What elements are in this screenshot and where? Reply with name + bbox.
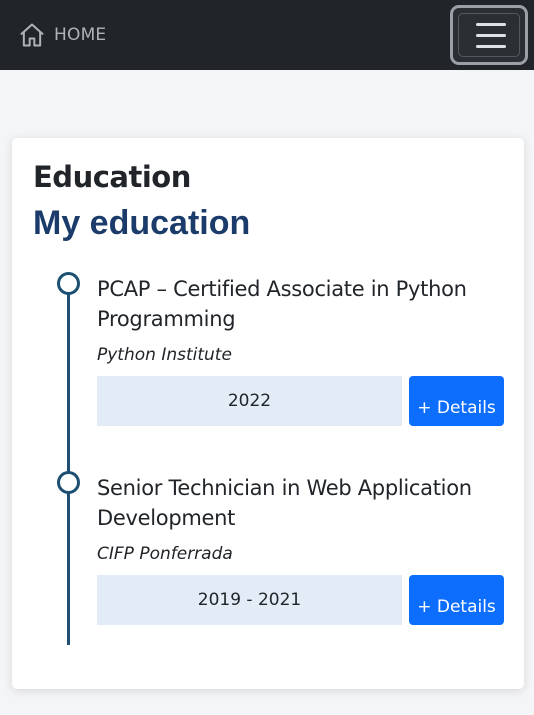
education-entry-title: Senior Technician in Web Application Dev… <box>97 476 472 530</box>
navbar-toggler-button[interactable] <box>450 5 528 65</box>
education-card: Education My education PCAP – Certified … <box>12 138 524 689</box>
education-entry-institution: CIFP Ponferrada <box>97 544 233 564</box>
details-button[interactable]: + Details <box>409 575 504 625</box>
section-title: Education <box>33 160 191 194</box>
home-icon <box>18 21 46 49</box>
home-link[interactable]: HOME <box>18 19 106 51</box>
timeline-line <box>67 282 70 645</box>
education-entry-title: PCAP – Certified Associate in Python Pro… <box>97 277 467 331</box>
education-entry-date: 2022 <box>97 376 402 426</box>
details-button[interactable]: + Details <box>409 376 504 426</box>
home-link-label: HOME <box>54 25 107 45</box>
timeline-dot <box>57 471 80 494</box>
education-entry-institution: Python Institute <box>97 345 232 365</box>
timeline-dot <box>57 272 80 295</box>
top-navbar: HOME <box>0 0 534 70</box>
section-subtitle: My education <box>33 204 251 242</box>
education-entry-date: 2019 - 2021 <box>97 575 402 625</box>
